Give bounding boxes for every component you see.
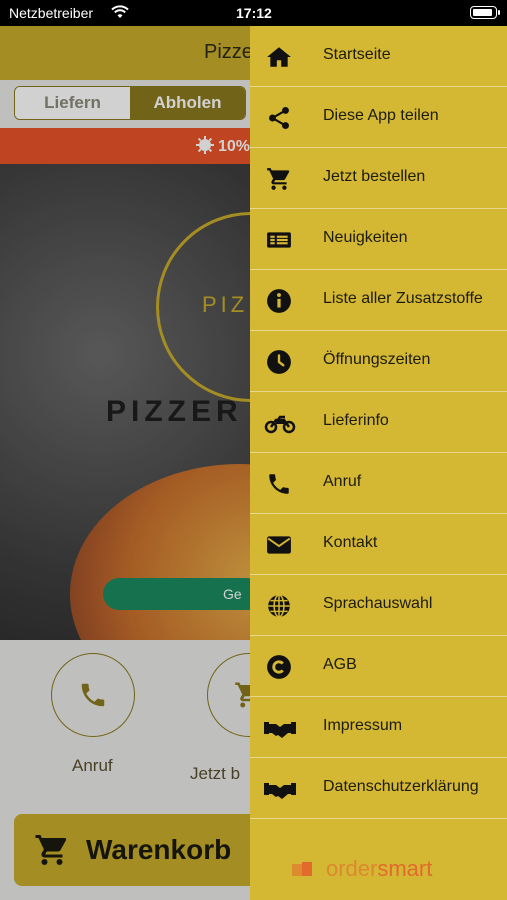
menu-item-label: Jetzt bestellen xyxy=(323,168,426,185)
menu-item-privacy[interactable]: Datenschutzerklärung xyxy=(250,758,507,819)
side-drawer: Startseite Diese App teilen Jetzt bestel… xyxy=(250,26,507,900)
share-icon xyxy=(269,106,289,130)
clock-icon xyxy=(267,350,291,374)
globe-icon xyxy=(268,594,290,618)
menu-item-delivery-info[interactable]: Lieferinfo xyxy=(250,392,507,453)
menu-item-order[interactable]: Jetzt bestellen xyxy=(250,148,507,209)
menu-item-contact[interactable]: Kontakt xyxy=(250,514,507,575)
status-time: 17:12 xyxy=(236,5,272,21)
menu-item-label: Neuigkeiten xyxy=(323,229,408,246)
menu-item-share[interactable]: Diese App teilen xyxy=(250,87,507,148)
menu-item-additives[interactable]: Liste aller Zusatzstoffe xyxy=(250,270,507,331)
menu-item-imprint[interactable]: Impressum xyxy=(250,697,507,758)
menu-item-label: Anruf xyxy=(323,473,362,490)
menu-item-label: Kontakt xyxy=(323,534,378,551)
menu-item-label: Startseite xyxy=(323,46,391,63)
motorbike-icon xyxy=(264,415,296,434)
info-icon xyxy=(267,289,291,313)
menu-item-label: Datenschutzerklärung xyxy=(323,778,479,795)
carrier-label: Netzbetreiber xyxy=(9,5,94,21)
cart-icon xyxy=(267,168,290,190)
menu-item-home[interactable]: Startseite xyxy=(250,26,507,87)
phone-icon xyxy=(269,474,289,494)
menu-item-label: Diese App teilen xyxy=(323,107,439,124)
home-icon xyxy=(267,47,291,67)
news-icon xyxy=(267,232,291,248)
wifi-icon xyxy=(111,5,129,18)
menu-item-hours[interactable]: Öffnungszeiten xyxy=(250,331,507,392)
brand-logo: ordersmart xyxy=(326,856,432,882)
menu-item-language[interactable]: Sprachauswahl xyxy=(250,575,507,636)
order-smart-logo-icon xyxy=(292,862,312,876)
handshake-icon xyxy=(264,722,296,738)
status-bar: Netzbetreiber 17:12 xyxy=(0,0,507,26)
copyright-icon xyxy=(267,655,291,679)
menu-item-label: Impressum xyxy=(323,717,403,734)
menu-item-label: Lieferinfo xyxy=(323,412,389,429)
menu-item-terms[interactable]: AGB xyxy=(250,636,507,697)
menu-item-label: Sprachauswahl xyxy=(323,595,433,612)
menu-item-call[interactable]: Anruf xyxy=(250,453,507,514)
drawer-backdrop[interactable] xyxy=(0,26,250,900)
menu-item-news[interactable]: Neuigkeiten xyxy=(250,209,507,270)
battery-icon xyxy=(470,6,500,19)
brand-part1: order xyxy=(326,856,378,881)
handshake-icon xyxy=(264,783,296,799)
menu-item-label: AGB xyxy=(323,656,357,673)
mail-icon xyxy=(267,536,291,554)
menu-item-label: Öffnungszeiten xyxy=(323,351,431,368)
menu-item-label: Liste aller Zusatzstoffe xyxy=(323,290,483,307)
brand-part2: smart xyxy=(377,856,433,881)
